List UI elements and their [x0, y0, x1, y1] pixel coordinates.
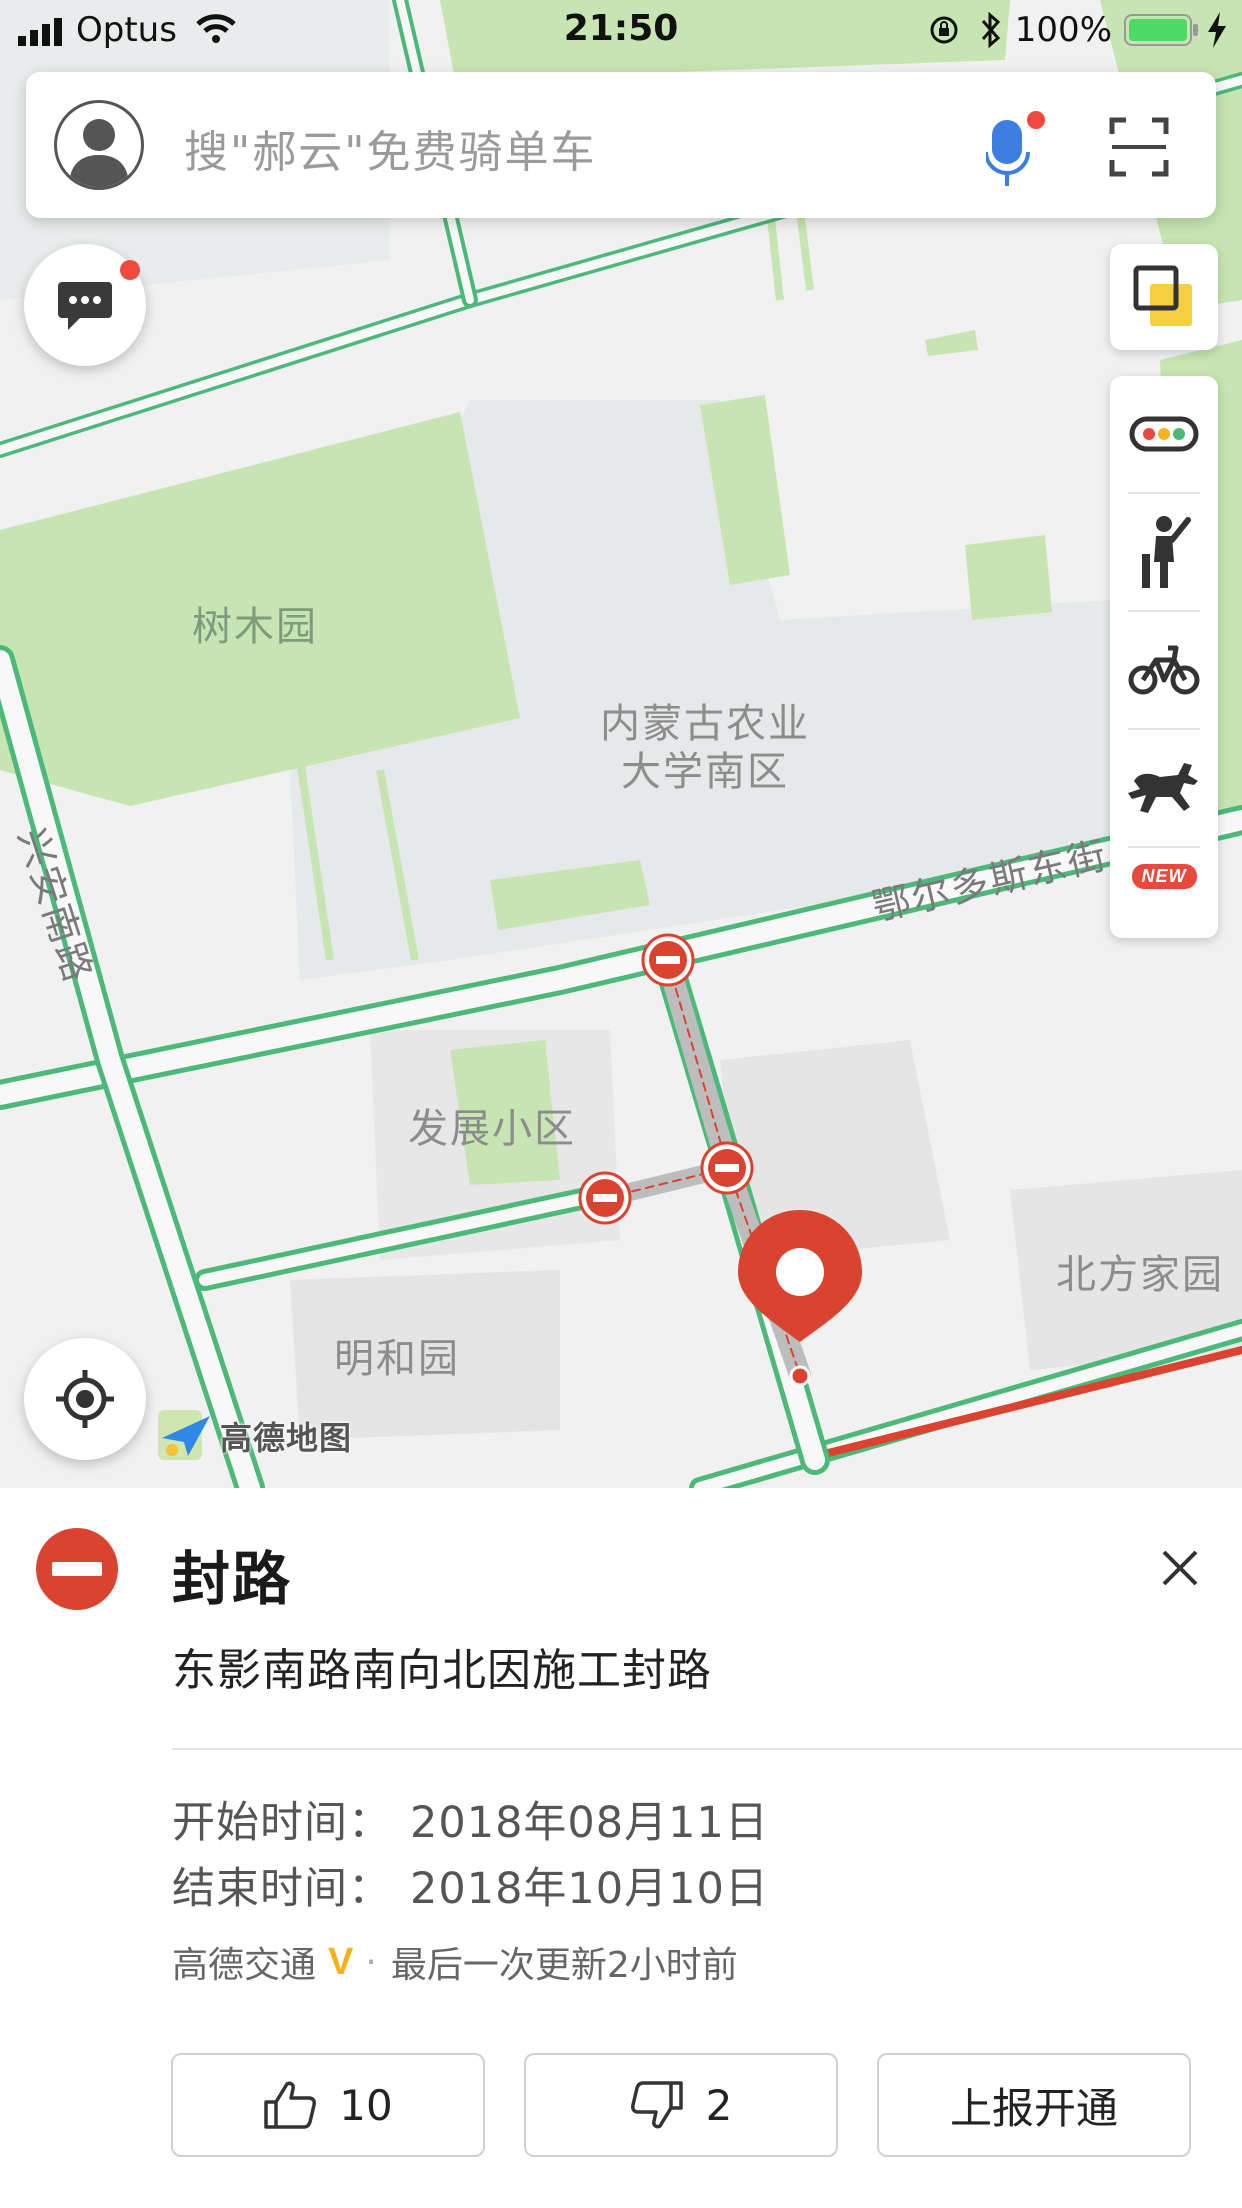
- layers-button[interactable]: [1110, 244, 1218, 350]
- map-tools-panel: NEW: [1110, 376, 1218, 938]
- battery-percentage: 100%: [1014, 10, 1112, 50]
- incident-detail-panel: 封路 东影南路南向北因施工封路 开始时间： 2018年08月11日 结束时间： 20…: [0, 1488, 1242, 2208]
- thumbs-up-icon: [264, 2081, 317, 2129]
- chat-bubble-icon: [58, 282, 112, 330]
- close-button[interactable]: [1150, 1538, 1210, 1598]
- start-time-value: 2018年08月11日: [410, 1798, 769, 1848]
- traffic-light-icon: [1129, 416, 1199, 452]
- amap-logo: 高德地图: [158, 1410, 352, 1462]
- bluetooth-icon: [981, 12, 1001, 48]
- crosshair-icon: [56, 1370, 114, 1428]
- source-name: 高德交通: [172, 1945, 317, 1986]
- amap-logo-text: 高德地图: [220, 1419, 353, 1457]
- new-feature-button[interactable]: NEW: [1110, 826, 1218, 926]
- divider: [172, 1748, 1242, 1750]
- search-bar[interactable]: 搜"郝云"免费骑单车: [26, 72, 1216, 218]
- messages-button[interactable]: [24, 244, 146, 366]
- start-time-row: 开始时间： 2018年08月11日: [172, 1788, 769, 1850]
- charging-icon: [1208, 12, 1226, 48]
- report-open-label: 上报开通: [949, 2083, 1118, 2133]
- map-label-university: 内蒙古农业 大学南区: [600, 700, 810, 796]
- traffic-toggle[interactable]: [1110, 376, 1218, 492]
- map-label-university-line1: 内蒙古农业: [600, 701, 810, 747]
- search-input[interactable]: 搜"郝云"免费骑单车: [184, 116, 596, 180]
- horse-icon: [1128, 763, 1198, 813]
- user-avatar-icon: [69, 119, 129, 187]
- last-updated: 最后一次更新2小时前: [390, 1945, 738, 1986]
- end-time-value: 2018年10月10日: [410, 1864, 769, 1914]
- orientation-lock-icon: [930, 16, 958, 44]
- closure-marker-1[interactable]: [641, 933, 695, 987]
- map-view[interactable]: 树木园 内蒙古农业 大学南区 发展小区 明和园 北方家园 鄂尔多斯东街 兴安南路…: [0, 0, 1242, 1488]
- map-label-shumu-park: 树木园: [192, 604, 318, 650]
- pedestrian-icon: [1142, 516, 1191, 588]
- map-label-minghe: 明和园: [334, 1336, 460, 1382]
- road-closed-icon: [36, 1528, 118, 1610]
- microphone-icon[interactable]: [986, 108, 1046, 188]
- map-label-fazhan: 发展小区: [408, 1106, 576, 1152]
- scan-icon[interactable]: [1108, 116, 1170, 178]
- like-count: 10: [339, 2080, 393, 2130]
- taxi-toggle[interactable]: [1110, 494, 1218, 610]
- report-open-button[interactable]: 上报开通: [877, 2053, 1191, 2157]
- dislike-button[interactable]: 2: [524, 2053, 838, 2157]
- bike-toggle[interactable]: [1110, 612, 1218, 728]
- like-button[interactable]: 10: [171, 2053, 485, 2157]
- incident-title: 封路: [172, 1545, 293, 1613]
- thumbs-down-icon: [630, 2081, 683, 2129]
- layers-icon: [1133, 265, 1192, 326]
- closure-marker-3[interactable]: [578, 1171, 632, 1225]
- bicycle-icon: [1128, 645, 1200, 695]
- new-badge: NEW: [1131, 863, 1197, 889]
- separator-dot: ·: [365, 1941, 377, 1983]
- map-label-university-line2: 大学南区: [621, 749, 789, 795]
- avatar[interactable]: [54, 100, 144, 190]
- status-bar: Optus 21:50 100%: [0, 0, 1242, 62]
- map-label-beifang: 北方家园: [1056, 1252, 1224, 1298]
- amap-logo-icon: [158, 1410, 210, 1460]
- battery-icon: [1124, 14, 1198, 46]
- end-time-label: 结束时间：: [172, 1864, 392, 1914]
- dislike-count: 2: [705, 2080, 733, 2130]
- closure-marker-2[interactable]: [700, 1141, 754, 1195]
- locate-me-button[interactable]: [24, 1338, 146, 1460]
- end-time-row: 结束时间： 2018年10月10日: [172, 1854, 769, 1916]
- notification-dot: [120, 260, 140, 280]
- start-time-label: 开始时间：: [172, 1798, 392, 1848]
- incident-description: 东影南路南向北因施工封路: [172, 1645, 712, 1696]
- verified-badge: V: [328, 1940, 354, 1983]
- close-icon: [1162, 1550, 1198, 1586]
- source-info: 高德交通 V · 最后一次更新2小时前: [172, 1936, 738, 1988]
